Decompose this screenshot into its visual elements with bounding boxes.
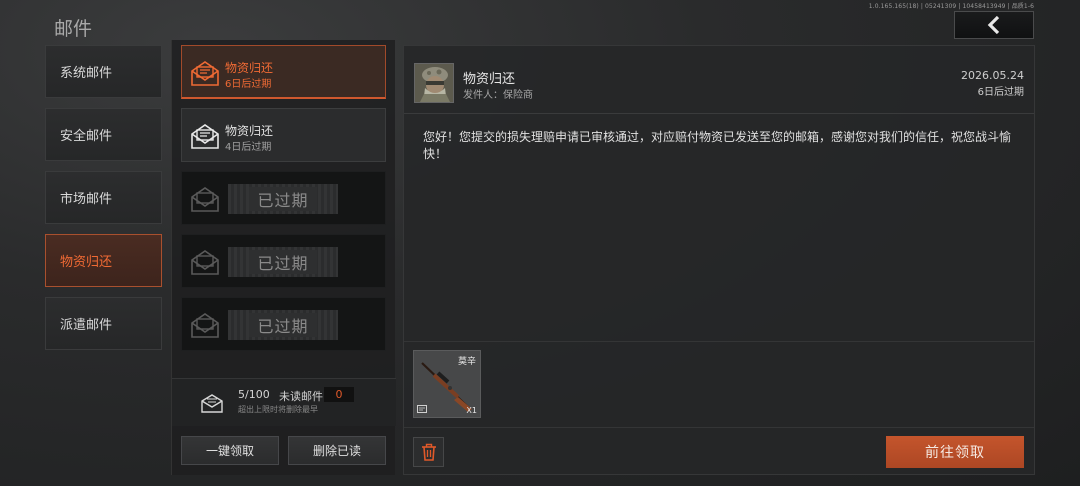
mail-count: 5/100 (238, 388, 270, 401)
delete-read-button[interactable]: 删除已读 (288, 436, 386, 465)
mailbox-icon (201, 394, 223, 413)
category-system[interactable]: 系统邮件 (45, 45, 162, 98)
mail-item[interactable]: 物资归还 4日后过期 (181, 108, 386, 162)
attachment-item[interactable]: 莫辛 X1 (413, 350, 481, 418)
mail-expiry: 6日后过期 (225, 79, 272, 90)
mail-date: 2026.05.24 (961, 69, 1024, 82)
mail-item-expired[interactable]: 已过期 (181, 297, 386, 351)
category-label: 市场邮件 (60, 192, 113, 207)
open-envelope-icon (191, 250, 219, 275)
expired-label: 已过期 (249, 313, 317, 337)
claim-all-button[interactable]: 一键领取 (181, 436, 279, 465)
category-dispatch[interactable]: 派遣邮件 (45, 297, 162, 350)
category-market[interactable]: 市场邮件 (45, 171, 162, 224)
go-claim-label: 前往领取 (925, 445, 985, 461)
attachment-quantity: X1 (466, 406, 477, 415)
category-label: 安全邮件 (60, 129, 113, 144)
soldier-portrait-icon (415, 64, 453, 102)
unread-count-badge: 0 (324, 387, 354, 402)
mail-expiry: 4日后过期 (225, 142, 272, 153)
category-supply-return[interactable]: 物资归还 (45, 234, 162, 287)
mail-item-expired[interactable]: 已过期 (181, 234, 386, 288)
delete-mail-button[interactable] (413, 437, 444, 467)
expired-stamp: 已过期 (228, 310, 338, 340)
expired-stamp: 已过期 (228, 247, 338, 277)
mail-item[interactable]: 物资归还 6日后过期 (181, 45, 386, 99)
sender-avatar (414, 63, 454, 103)
mail-sender: 发件人：保险商 (463, 90, 533, 101)
attachment-area: 莫辛 X1 (404, 341, 1034, 427)
unread-label: 未读邮件 (279, 390, 323, 403)
category-sidebar: 系统邮件 安全邮件 市场邮件 物资归还 派遣邮件 (45, 45, 162, 360)
back-button[interactable] (954, 11, 1034, 39)
expired-stamp: 已过期 (228, 184, 338, 214)
mailbox-capacity: 5/100 未读邮件 0 超出上限时将删除最早 (172, 378, 396, 426)
claim-all-label: 一键领取 (205, 444, 254, 458)
mail-body-text: 您好！您提交的损失理赔申请已审核通过，对应赔付物资已发送至您的邮箱，感谢您对我们… (423, 130, 1012, 161)
mail-actions: 前往领取 (404, 427, 1034, 475)
chevron-left-icon (987, 16, 1000, 34)
capacity-note: 超出上限时将删除最早 (238, 405, 318, 414)
category-label: 系统邮件 (60, 66, 113, 81)
mail-list-panel: 物资归还 6日后过期 物资归还 4日后过期 已过期 已过期 已过期 5/100 … (171, 40, 396, 475)
trash-icon (421, 443, 436, 461)
mail-detail-panel: 物资归还 发件人：保险商 2026.05.24 6日后过期 您好！您提交的损失理… (403, 45, 1035, 475)
category-security[interactable]: 安全邮件 (45, 108, 162, 161)
open-envelope-icon (191, 313, 219, 338)
delete-read-label: 删除已读 (312, 444, 361, 458)
expired-label: 已过期 (249, 187, 317, 211)
item-category-icon (417, 405, 427, 413)
open-envelope-icon (191, 187, 219, 212)
page-title: 邮件 (54, 18, 93, 40)
open-envelope-icon (191, 124, 219, 149)
mail-detail-title: 物资归还 (463, 72, 516, 87)
expired-label: 已过期 (249, 250, 317, 274)
go-claim-button[interactable]: 前往领取 (886, 436, 1024, 468)
category-label: 派遣邮件 (60, 318, 113, 333)
category-label: 物资归还 (60, 255, 113, 270)
version-info: 1.0.165.165(18) | 05241309 | 10458413949… (868, 3, 1034, 10)
mail-detail-header: 物资归还 发件人：保险商 2026.05.24 6日后过期 (404, 46, 1034, 114)
attachment-name: 莫辛 (457, 357, 476, 367)
mail-title: 物资归还 (225, 124, 274, 138)
mail-title: 物资归还 (225, 61, 274, 75)
mail-item-expired[interactable]: 已过期 (181, 171, 386, 225)
open-envelope-icon (191, 61, 219, 86)
mail-detail-expiry: 6日后过期 (977, 87, 1024, 98)
